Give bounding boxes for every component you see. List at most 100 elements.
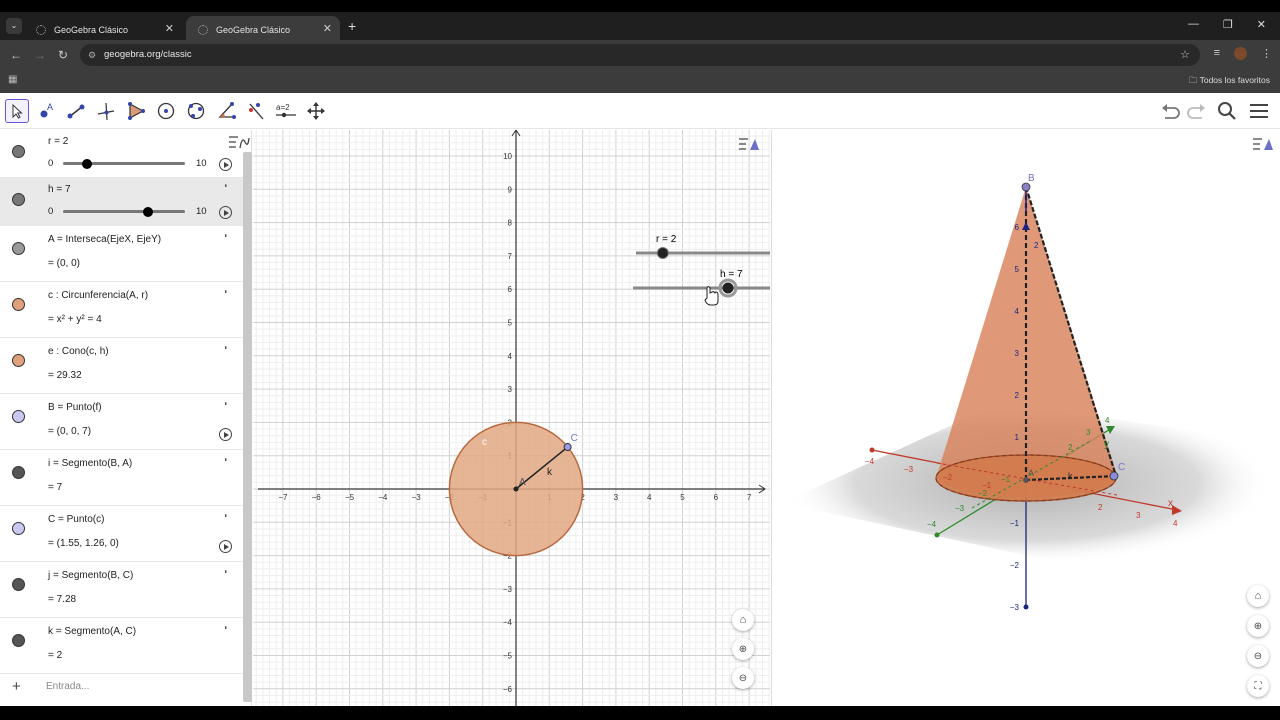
search-button[interactable] — [1215, 99, 1239, 123]
algebra-row[interactable]: c : Circunferencia(A, r) = x² + y² = 4 ••• — [0, 282, 244, 338]
visibility-toggle[interactable] — [12, 522, 25, 535]
algebra-definition[interactable]: k = Segmento(A, C) — [48, 626, 136, 637]
more-options-icon[interactable]: ••• — [222, 402, 228, 404]
move-view-tool-button[interactable] — [304, 99, 328, 123]
slider-track[interactable] — [63, 162, 185, 165]
point-tool-button[interactable]: A — [35, 99, 59, 123]
algebra-row[interactable]: A = Interseca(EjeX, EjeY) = (0, 0) ••• — [0, 226, 244, 282]
media-icon[interactable]: ≡ — [1214, 47, 1220, 60]
home-view-button[interactable]: ⌂ — [732, 609, 754, 631]
algebra-style-bar-icon[interactable] — [228, 134, 250, 155]
zoom-out-button[interactable]: ⊖ — [732, 667, 754, 689]
algebra-definition[interactable]: i = Segmento(B, A) — [48, 458, 132, 469]
visibility-toggle[interactable] — [12, 410, 25, 423]
visibility-toggle[interactable] — [12, 145, 25, 158]
profile-avatar[interactable] — [1234, 47, 1247, 60]
tab-favicon-icon — [36, 25, 46, 35]
reload-icon[interactable]: ↻ — [58, 48, 68, 62]
move-tool-button[interactable] — [5, 99, 29, 123]
graphics-3d-style-bar-icon[interactable] — [1252, 136, 1274, 157]
circle-tool-button[interactable] — [154, 99, 178, 123]
visibility-toggle[interactable] — [12, 242, 25, 255]
line-tool-button[interactable] — [64, 99, 88, 123]
main-menu-button[interactable] — [1247, 99, 1271, 123]
more-options-icon[interactable]: ••• — [222, 626, 228, 628]
more-options-icon[interactable]: ••• — [222, 346, 228, 348]
algebra-definition[interactable]: A = Interseca(EjeX, EjeY) — [48, 234, 161, 245]
perpendicular-tool-button[interactable] — [94, 99, 118, 123]
site-info-icon[interactable]: ⚙ — [88, 44, 96, 66]
slider-track[interactable] — [63, 210, 185, 213]
zoom-out-3d-button[interactable]: ⊖ — [1247, 645, 1269, 667]
browser-menu-icon[interactable]: ⋮ — [1261, 47, 1272, 60]
algebra-row[interactable]: h = 7 0 10 ••• — [0, 178, 244, 226]
algebra-input-field[interactable]: Entrada... — [46, 681, 89, 692]
home-3d-button[interactable]: ⌂ — [1247, 585, 1269, 607]
algebra-definition[interactable]: h = 7 — [48, 184, 71, 195]
algebra-input-row[interactable]: + Entrada... — [0, 668, 244, 706]
algebra-definition[interactable]: j = Segmento(B, C) — [48, 570, 133, 581]
algebra-definition[interactable]: B = Punto(f) — [48, 402, 102, 413]
algebra-row[interactable]: B = Punto(f) = (0, 0, 7) ••• — [0, 394, 244, 450]
slider-tool-button[interactable]: a=2 — [274, 99, 298, 123]
tab-search-icon[interactable]: ⌄ — [6, 18, 22, 34]
visibility-toggle[interactable] — [12, 466, 25, 479]
restore-icon[interactable]: ❐ — [1223, 18, 1233, 31]
more-options-icon[interactable]: ••• — [222, 184, 228, 186]
angle-tool-button[interactable] — [214, 99, 238, 123]
more-options-icon[interactable]: ••• — [222, 458, 228, 460]
visibility-toggle[interactable] — [12, 193, 25, 206]
algebra-scrollbar[interactable] — [243, 152, 252, 702]
algebra-definition[interactable]: r = 2 — [48, 136, 68, 147]
algebra-row[interactable]: k = Segmento(A, C) = 2 ••• — [0, 618, 244, 674]
graphics-view-2d[interactable]: −7−6−5−4−3−2−1123456710987654321−1−2−3−4… — [253, 130, 770, 706]
close-tab-icon[interactable]: ✕ — [165, 22, 174, 35]
url-field[interactable]: ⚙ geogebra.org/classic ☆ — [80, 44, 1200, 66]
zoom-in-button[interactable]: ⊕ — [732, 638, 754, 660]
algebra-definition[interactable]: C = Punto(c) — [48, 514, 104, 525]
algebra-definition[interactable]: e : Cono(c, h) — [48, 346, 109, 357]
algebra-row[interactable]: i = Segmento(B, A) = 7 ••• — [0, 450, 244, 506]
close-window-icon[interactable]: ✕ — [1257, 18, 1266, 31]
redo-button[interactable] — [1184, 99, 1208, 123]
reflect-tool-button[interactable] — [244, 99, 268, 123]
forward-icon[interactable]: → — [34, 48, 46, 62]
visibility-toggle[interactable] — [12, 634, 25, 647]
close-tab-icon[interactable]: ✕ — [323, 22, 332, 35]
zoom-in-3d-button[interactable]: ⊕ — [1247, 615, 1269, 637]
graphics-view-3d[interactable]: B C Ak x y 2 6 5 4 3 2 1 −1 −2 −3 −4 −3 −2 −1 2 3 4 −4 −3 −2 −1 2 3… — [771, 130, 1280, 706]
graphics-style-bar-icon[interactable] — [738, 136, 760, 157]
visibility-toggle[interactable] — [12, 578, 25, 591]
fullscreen-button[interactable]: ⛶ — [1247, 675, 1269, 697]
back-icon[interactable]: ← — [10, 48, 22, 62]
animate-play-button[interactable] — [219, 428, 232, 441]
graphics-3d-canvas[interactable]: BCA kxy2654321−1−2−3−4−3−2−1234−4−3−2−123… — [772, 130, 1280, 706]
graphics-2d-canvas[interactable]: −7−6−5−4−3−2−1123456710987654321−1−2−3−4… — [253, 130, 770, 706]
new-tab-icon[interactable]: + — [348, 18, 356, 34]
algebra-row[interactable]: C = Punto(c) = (1.55, 1.26, 0) ••• — [0, 506, 244, 562]
more-options-icon[interactable]: ••• — [222, 290, 228, 292]
all-bookmarks-button[interactable]: 🗀 Todos los favoritos — [1189, 75, 1270, 89]
slider-thumb[interactable] — [82, 158, 93, 169]
visibility-toggle[interactable] — [12, 354, 25, 367]
animate-play-button[interactable] — [219, 206, 232, 219]
animate-play-button[interactable] — [219, 540, 232, 553]
bookmark-star-icon[interactable]: ☆ — [1180, 44, 1190, 66]
minimize-icon[interactable]: — — [1188, 18, 1199, 31]
add-item-icon[interactable]: + — [12, 678, 21, 695]
undo-button[interactable] — [1159, 99, 1183, 123]
algebra-row[interactable]: j = Segmento(B, C) = 7.28 ••• — [0, 562, 244, 618]
algebra-definition[interactable]: c : Circunferencia(A, r) — [48, 290, 148, 301]
visibility-toggle[interactable] — [12, 298, 25, 311]
algebra-row[interactable]: e : Cono(c, h) = 29.32 ••• — [0, 338, 244, 394]
slider-thumb[interactable] — [143, 206, 154, 217]
y3d-tick-label: −3 — [955, 504, 965, 513]
more-options-icon[interactable]: ••• — [222, 234, 228, 236]
more-options-icon[interactable]: ••• — [222, 514, 228, 516]
apps-grid-icon[interactable]: ▦ — [8, 74, 17, 85]
conic-tool-button[interactable] — [184, 99, 208, 123]
algebra-row[interactable]: r = 2 0 10 — [0, 130, 244, 178]
animate-play-button[interactable] — [219, 158, 232, 171]
polygon-tool-button[interactable] — [124, 99, 148, 123]
more-options-icon[interactable]: ••• — [222, 570, 228, 572]
